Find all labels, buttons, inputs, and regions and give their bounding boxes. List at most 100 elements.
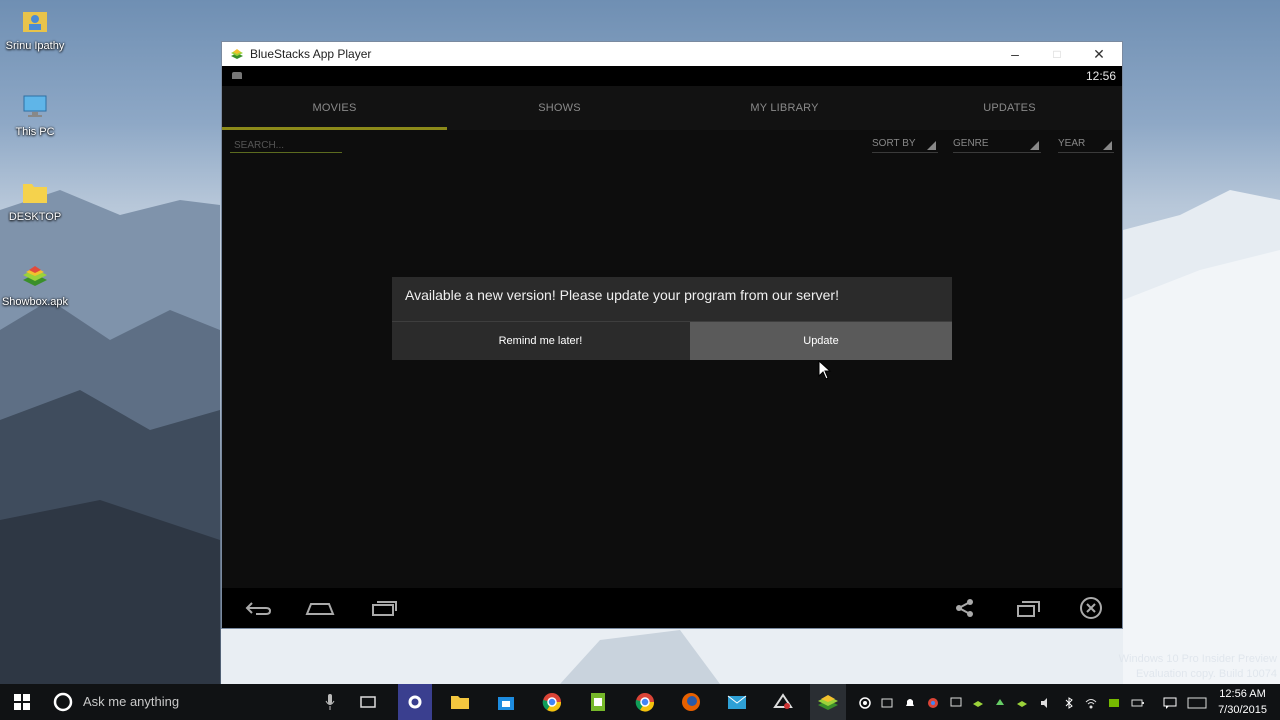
tray-nvidia-icon[interactable] xyxy=(1108,696,1120,708)
year-dropdown[interactable]: YEAR xyxy=(1058,138,1114,153)
chrome-icon xyxy=(635,693,655,712)
tab-label: SHOWS xyxy=(538,102,581,114)
user-folder-icon xyxy=(20,6,50,36)
exit-app-button[interactable] xyxy=(1075,596,1107,620)
remind-later-button[interactable]: Remind me later! xyxy=(392,322,689,360)
recent-apps-icon xyxy=(372,601,397,616)
firefox-icon xyxy=(682,693,700,711)
taskbar-chrome-2[interactable] xyxy=(628,684,662,720)
tray-bluestacks-2-icon[interactable] xyxy=(1016,696,1028,708)
window-mode-button[interactable] xyxy=(1013,596,1045,620)
tab-movies[interactable]: MOVIES xyxy=(222,86,447,130)
taskbar-bluestacks[interactable] xyxy=(810,684,846,720)
update-button[interactable]: Update xyxy=(690,322,952,360)
tray-record-icon[interactable] xyxy=(859,696,871,709)
taskbar-outlook[interactable] xyxy=(720,684,754,720)
home-button[interactable] xyxy=(304,596,336,620)
store-icon xyxy=(498,697,514,710)
maximize-button[interactable]: □ xyxy=(1036,42,1078,66)
back-button[interactable] xyxy=(242,596,274,620)
genre-label: GENRE xyxy=(953,138,989,149)
windows-logo-icon xyxy=(14,694,30,710)
dropdown-arrow-icon xyxy=(1030,141,1039,150)
taskbar-file-explorer[interactable] xyxy=(444,684,476,720)
minimize-button[interactable]: – xyxy=(994,42,1036,66)
watermark-line-2: Evaluation copy. Build 10074 xyxy=(1135,668,1277,680)
dialog-message: Available a new version! Please update y… xyxy=(405,287,839,303)
taskbar-firefox[interactable] xyxy=(674,684,708,720)
window-title: BlueStacks App Player xyxy=(250,47,372,61)
year-label: YEAR xyxy=(1058,138,1086,149)
taskbar-settings-app[interactable] xyxy=(398,684,432,720)
android-status-bar: 12:56 xyxy=(222,66,1122,86)
taskbar-tools-app[interactable] xyxy=(766,684,800,720)
tray-notification-bell-icon[interactable] xyxy=(904,696,916,708)
update-dialog: Available a new version! Please update y… xyxy=(392,277,952,360)
tray-touch-keyboard-icon[interactable] xyxy=(1187,696,1207,709)
tray-volume-icon[interactable] xyxy=(1040,696,1052,708)
bluestacks-window: BlueStacks App Player – □ ✕ 12:56 MOVIES… xyxy=(221,41,1123,629)
task-view-icon xyxy=(360,696,376,708)
tray-bluestacks-icon[interactable] xyxy=(972,696,984,708)
android-notification-icon xyxy=(232,72,242,79)
desktop-icon-showbox-apk[interactable]: Showbox.apk xyxy=(0,262,71,308)
category-tabs: MOVIES SHOWS MY LIBRARY UPDATES xyxy=(222,86,1122,130)
mail-icon xyxy=(727,695,747,709)
tab-my-library[interactable]: MY LIBRARY xyxy=(672,86,897,130)
tray-chrome-icon[interactable] xyxy=(927,696,939,708)
share-button[interactable] xyxy=(949,596,981,620)
action-center-icon[interactable] xyxy=(1163,696,1177,709)
tray-wifi-icon[interactable] xyxy=(1085,696,1097,709)
tray-keyboard-icon[interactable] xyxy=(881,696,893,708)
genre-dropdown[interactable]: GENRE xyxy=(953,138,1041,153)
tray-date: 7/30/2015 xyxy=(1218,704,1267,716)
window-titlebar[interactable]: BlueStacks App Player – □ ✕ xyxy=(222,42,1122,66)
home-icon xyxy=(305,603,335,615)
bluestacks-apk-icon xyxy=(20,262,50,292)
tray-display-icon[interactable] xyxy=(950,696,962,708)
tab-label: UPDATES xyxy=(983,102,1036,114)
tab-updates[interactable]: UPDATES xyxy=(897,86,1122,130)
android-screen: 12:56 MOVIES SHOWS MY LIBRARY UPDATES SO… xyxy=(222,66,1122,628)
taskbar-chrome[interactable] xyxy=(536,684,568,720)
sort-by-dropdown[interactable]: SORT BY xyxy=(872,138,938,153)
taskbar-store[interactable] xyxy=(490,684,522,720)
close-button[interactable]: ✕ xyxy=(1078,42,1120,66)
android-nav-bar xyxy=(222,588,1122,628)
desktop-icon-this-pc[interactable]: This PC xyxy=(0,92,71,138)
desktop-icon-desktop-folder[interactable]: DESKTOP xyxy=(0,177,71,223)
watermark-line-1: Windows 10 Pro Insider Preview xyxy=(1118,653,1277,665)
chrome-icon xyxy=(542,693,562,712)
taskbar-spreadsheet-app[interactable] xyxy=(582,684,614,720)
tray-time: 12:56 AM xyxy=(1219,688,1266,700)
desktop-icon-label: This PC xyxy=(15,126,55,138)
dropdown-arrow-icon xyxy=(1103,141,1112,150)
tray-bluetooth-icon[interactable] xyxy=(1063,696,1075,709)
dropdown-arrow-icon xyxy=(927,141,936,150)
folder-icon xyxy=(451,696,469,709)
tab-shows[interactable]: SHOWS xyxy=(447,86,672,130)
mouse-cursor-icon xyxy=(818,360,832,380)
desktop-icon-label: Showbox.apk xyxy=(1,296,69,308)
tools-icon xyxy=(773,693,793,709)
folder-icon xyxy=(20,177,50,207)
search-input[interactable] xyxy=(230,138,342,153)
tray-battery-icon[interactable] xyxy=(1131,696,1144,708)
filter-bar: SORT BY GENRE YEAR xyxy=(222,130,1122,160)
android-clock: 12:56 xyxy=(1085,69,1116,83)
desktop-icon-user[interactable]: Srinu Ipathy xyxy=(0,6,71,52)
tab-label: MOVIES xyxy=(312,102,357,114)
tray-sync-icon[interactable] xyxy=(994,696,1006,708)
cortana-search-text: Ask me anything xyxy=(83,694,180,709)
start-button[interactable] xyxy=(0,684,44,720)
cortana-search-box[interactable]: Ask me anything xyxy=(44,684,344,720)
task-view-button[interactable] xyxy=(354,684,382,720)
sort-by-label: SORT BY xyxy=(872,138,916,149)
recent-apps-button[interactable] xyxy=(368,596,400,620)
tray-clock[interactable]: 12:56 AM 7/30/2015 xyxy=(1218,686,1267,718)
bluestacks-logo-icon xyxy=(231,49,243,59)
back-icon xyxy=(245,602,272,615)
window-mode-icon xyxy=(1017,601,1040,617)
computer-icon xyxy=(20,92,50,122)
spreadsheet-icon xyxy=(591,693,605,711)
